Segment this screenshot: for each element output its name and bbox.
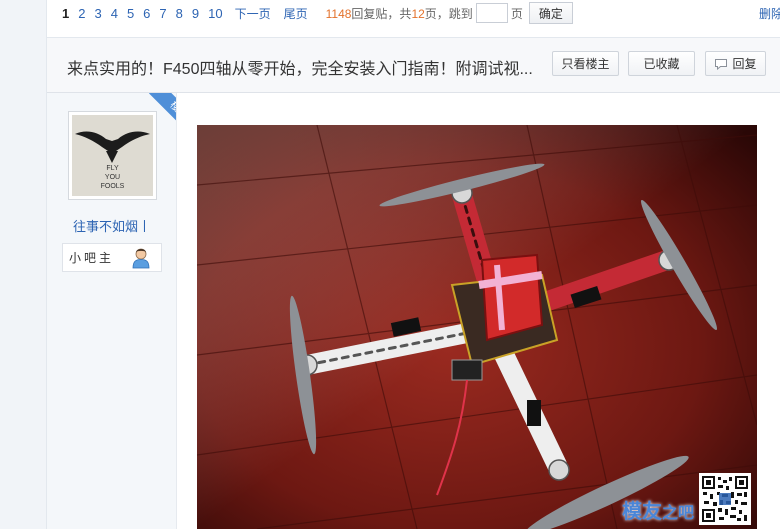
favorited-button[interactable]: 已收藏 — [628, 51, 695, 76]
author-role: 小吧主 — [62, 243, 162, 272]
qr-code — [699, 473, 751, 525]
op-badge-label: 楼主 — [149, 93, 176, 139]
page-link-10[interactable]: 10 — [208, 6, 222, 21]
jump-label: 页，跳到 — [424, 6, 473, 21]
page-link-9[interactable]: 9 — [192, 6, 199, 21]
avatar-image: FLY YOU FOOLS — [72, 115, 153, 196]
page-unit-label: 页 — [510, 6, 523, 21]
thread-title-bar: 来点实用的！F450四轴从零开始，完全安装入门指南！附调试视... 只看楼主 已… — [47, 37, 780, 93]
author-panel: FLY YOU FOOLS 楼主 往事不如烟丨 小吧主 — [47, 93, 177, 529]
page-link-3[interactable]: 3 — [94, 6, 101, 21]
speech-bubble-icon — [715, 58, 728, 70]
op-badge: 楼主 — [149, 93, 176, 139]
jump-confirm-button[interactable]: 确定 — [528, 2, 573, 24]
avatar-text-2: YOU — [105, 174, 120, 181]
post-content: 模友之吧 — [177, 93, 780, 529]
page-link-7[interactable]: 7 — [159, 6, 166, 21]
total-pages: 12 — [411, 6, 425, 21]
avatar[interactable]: FLY YOU FOOLS — [68, 111, 157, 200]
thread-title: 来点实用的！F450四轴从零开始，完全安装入门指南！附调试视... — [67, 61, 533, 78]
last-page-link[interactable]: 尾页 — [284, 5, 308, 22]
page-link-6[interactable]: 6 — [143, 6, 150, 21]
watermark-main: 模友 — [621, 501, 662, 523]
eagle-avatar-graphic: FLY YOU FOOLS — [72, 115, 153, 196]
reply-count: 1148 — [325, 6, 352, 21]
reply-button[interactable]: 回复 — [705, 51, 766, 76]
page-gutter — [0, 0, 47, 529]
forum-watermark: 模友之吧 — [622, 495, 694, 524]
reply-count-label: 回复贴，共 — [351, 6, 412, 21]
page-link-2[interactable]: 2 — [78, 6, 85, 21]
drone-photo: 模友之吧 — [197, 125, 757, 529]
quadcopter-image — [197, 125, 757, 529]
user-figure-icon — [132, 248, 150, 269]
page-current: 1 — [62, 5, 70, 21]
reply-button-label: 回复 — [732, 57, 757, 71]
author-name[interactable]: 往事不如烟丨 — [47, 216, 176, 235]
qr-code-graphic — [701, 475, 749, 523]
next-page-link[interactable]: 下一页 — [235, 5, 271, 22]
reply-stats: 1148回复贴，共12页，跳到 — [326, 5, 473, 22]
page-link-8[interactable]: 8 — [176, 6, 183, 21]
avatar-text-3: FOOLS — [101, 183, 125, 190]
page-link-4[interactable]: 4 — [111, 6, 118, 21]
page-links: 1 2 3 4 5 6 7 8 9 10 下一页 尾页 1148回复贴，共12页… — [62, 2, 573, 24]
delete-link[interactable]: 删除 — [759, 5, 780, 22]
author-role-label: 小吧主 — [69, 251, 115, 265]
only-op-button[interactable]: 只看楼主 — [552, 51, 619, 76]
avatar-text-1: FLY — [106, 165, 119, 172]
pagination-bar: 1 2 3 4 5 6 7 8 9 10 下一页 尾页 1148回复贴，共12页… — [47, 0, 780, 26]
watermark-sub: 之吧 — [661, 505, 694, 522]
jump-page-input[interactable] — [475, 3, 508, 23]
page-link-5[interactable]: 5 — [127, 6, 134, 21]
